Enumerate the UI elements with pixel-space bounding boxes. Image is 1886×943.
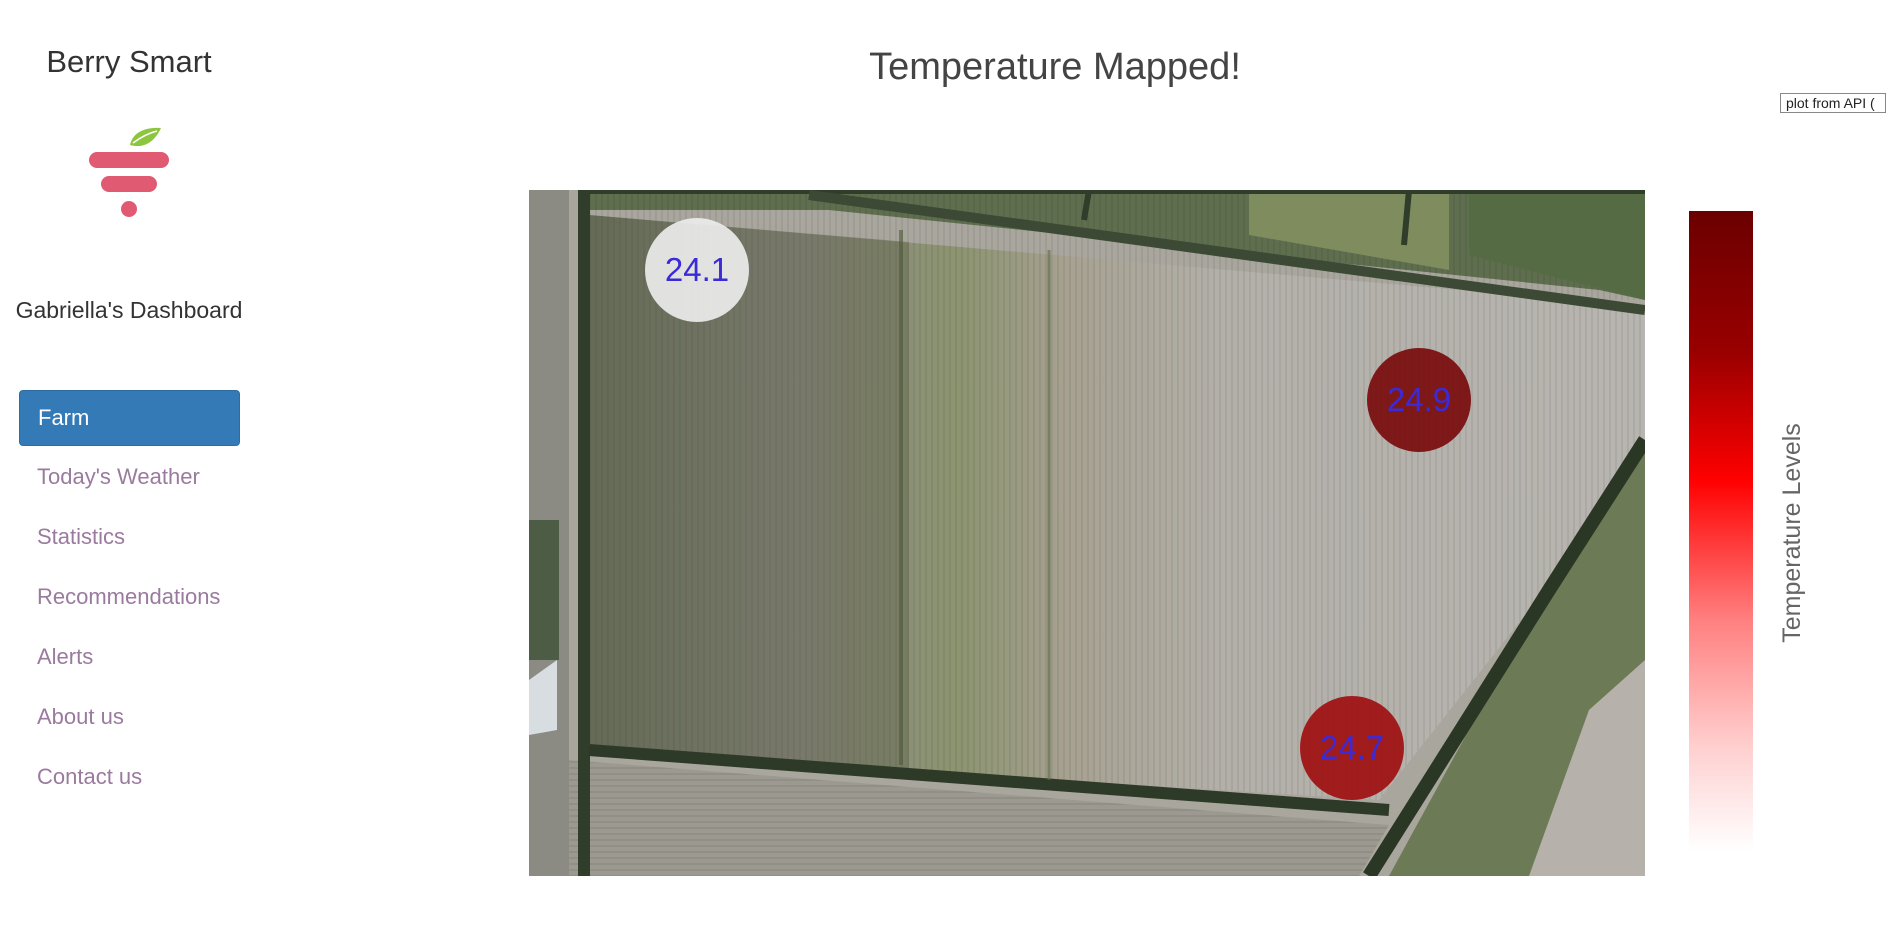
api-tag: plot from API ( — [1780, 93, 1886, 113]
nav-item-statistics[interactable]: Statistics — [19, 510, 240, 566]
nav-item-todays-weather[interactable]: Today's Weather — [19, 450, 240, 506]
berry-logo-icon — [89, 127, 169, 217]
sidebar: Berry Smart Gabriella's Dashboard Farm T… — [0, 0, 260, 943]
sidebar-nav: Farm Today's Weather Statistics Recommen… — [19, 390, 240, 810]
dashboard-title: Gabriella's Dashboard — [15, 297, 243, 323]
nav-item-farm[interactable]: Farm — [19, 390, 240, 446]
nav-item-contact-us[interactable]: Contact us — [19, 750, 240, 806]
nav-item-recommendations[interactable]: Recommendations — [19, 570, 240, 626]
nav-item-about-us[interactable]: About us — [19, 690, 240, 746]
nav-item-alerts[interactable]: Alerts — [19, 630, 240, 686]
farm-aerial-map[interactable]: 24.1 24.9 24.7 — [529, 190, 1645, 876]
temperature-colorbar — [1689, 211, 1753, 851]
temperature-marker-label: 24.7 — [1320, 729, 1384, 766]
temperature-marker-label: 24.1 — [665, 251, 729, 288]
plot-title: Temperature Mapped! — [869, 46, 1241, 88]
temperature-marker-label: 24.9 — [1387, 381, 1451, 418]
app-title: Berry Smart — [46, 44, 212, 79]
colorbar-label: Temperature Levels — [1778, 423, 1806, 643]
